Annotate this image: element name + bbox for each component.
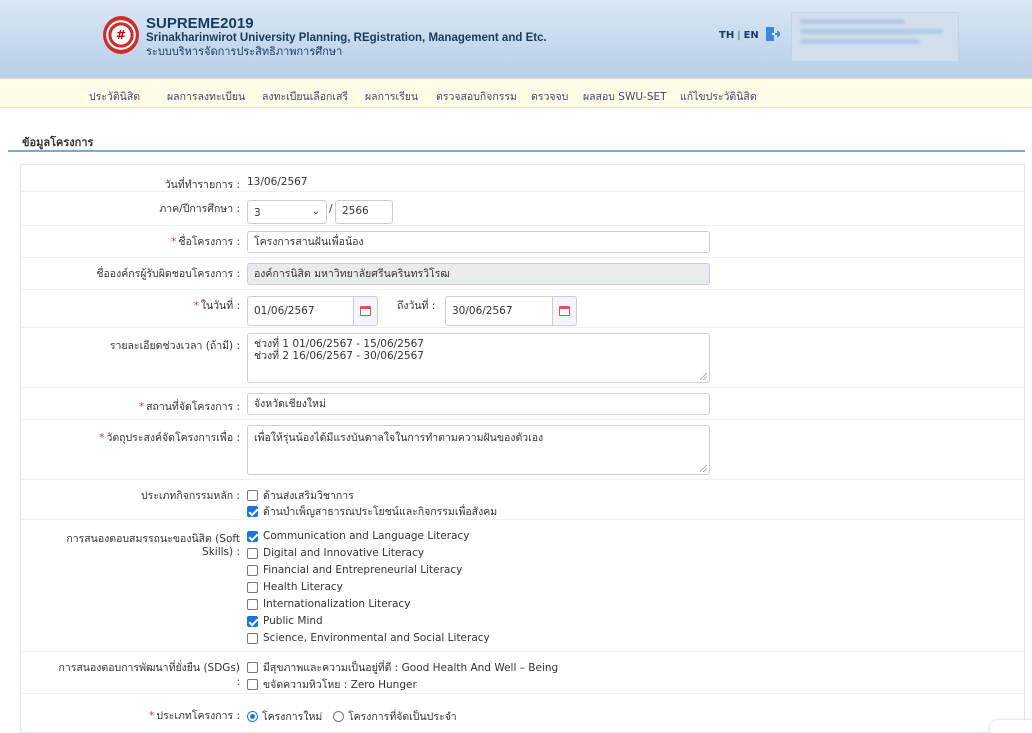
menu-grades[interactable]: ผลการเรียน: [365, 88, 418, 105]
lang-th-link[interactable]: TH: [719, 30, 734, 41]
purpose-label: * วัตถุประสงค์จัดโครงการเพื่อ :: [99, 432, 240, 444]
project-type-label: * ประเภทโครงการ :: [149, 710, 240, 722]
soft-skill-option[interactable]: Science, Environmental and Social Litera…: [247, 632, 490, 644]
calendar-icon: [559, 306, 570, 316]
checkbox[interactable]: [247, 679, 258, 690]
section-divider: [8, 150, 1025, 152]
lang-separator: |: [737, 30, 741, 41]
term-separator: /: [329, 203, 333, 215]
soft-skill-option[interactable]: Financial and Entrepreneurial Literacy: [247, 564, 462, 576]
soft-skills-label-cont: Skills) :: [202, 546, 240, 558]
checkbox[interactable]: [247, 598, 258, 610]
checkbox[interactable]: [247, 615, 258, 627]
checkbox[interactable]: [247, 564, 258, 576]
menu-swu-set[interactable]: ผลสอบ SWU-SET: [583, 88, 667, 105]
university-logo-icon: #: [103, 16, 139, 54]
time-detail-textarea[interactable]: ช่วงที่ 1 01/06/2567 - 15/06/2567 ช่วงที…: [247, 333, 710, 383]
sdgs-label-cont: :: [236, 676, 240, 688]
checkbox[interactable]: [247, 506, 258, 517]
activity-type-option[interactable]: ด้านส่งเสริมวิชาการ: [247, 487, 354, 504]
location-input[interactable]: จังหวัดเชียงใหม่: [247, 393, 710, 415]
project-type-recurring-radio[interactable]: โครงการที่จัดเป็นประจำ: [333, 708, 457, 725]
purpose-textarea[interactable]: เพื่อให้รุ่นน้องได้มีแรงบันดาลใจในการทำต…: [247, 425, 710, 475]
menu-graduation-check[interactable]: ตรวจจบ: [531, 88, 568, 105]
main-menu: ประวัตินิสิต ผลการลงทะเบียน ลงทะเบียนเลื…: [0, 78, 1032, 108]
section-title: ข้อมูลโครงการ: [22, 136, 94, 149]
resize-grip-icon[interactable]: [700, 465, 707, 472]
app-subtitle-th: ระบบบริหารจัดการประสิทธิภาพการศึกษา: [146, 45, 343, 58]
soft-skill-option[interactable]: Health Literacy: [247, 581, 343, 593]
detail-label: รายละเอียดช่วงเวลา (ถ้ามี) :: [109, 340, 240, 352]
place-label: * สถานที่จัดโครงการ :: [138, 401, 240, 413]
from-date-label: * ในวันที่ :: [193, 300, 240, 312]
menu-registration-result[interactable]: ผลการลงทะเบียน: [167, 88, 245, 105]
project-type-new-radio[interactable]: โครงการใหม่: [247, 708, 322, 725]
radio[interactable]: [333, 711, 344, 722]
menu-student-profile[interactable]: ประวัตินิสิต: [89, 88, 140, 105]
soft-skill-option[interactable]: Internationalization Literacy: [247, 598, 410, 610]
app-header: # SUPREME2019 Srinakharinwirot Universit…: [0, 0, 1032, 78]
sdg-option[interactable]: มีสุขภาพและความเป็นอยู่ที่ดี : Good Heal…: [247, 659, 558, 676]
term-label: ภาค/ปีการศึกษา :: [159, 203, 240, 215]
soft-skill-option[interactable]: Digital and Innovative Literacy: [247, 547, 424, 559]
floating-widget[interactable]: [990, 720, 1032, 733]
menu-activity-check[interactable]: ตรวจสอบกิจกรรม: [436, 88, 517, 105]
to-date-label: ถึงวันที่ :: [397, 300, 436, 312]
checkbox[interactable]: [247, 662, 258, 673]
app-subtitle-en: Srinakharinwirot University Planning, RE…: [146, 32, 547, 44]
to-date-input[interactable]: 30/06/2567: [445, 296, 553, 326]
date-value: 13/06/2567: [247, 176, 308, 188]
checkbox[interactable]: [247, 547, 258, 559]
radio[interactable]: [247, 711, 258, 722]
brand-block: SUPREME2019 Srinakharinwirot University …: [146, 15, 547, 59]
org-label: ชื่อองค์กรผู้รับผิดชอบโครงการ :: [96, 268, 240, 280]
sdg-option[interactable]: ขจัดความหิวโหย : Zero Hunger: [247, 676, 417, 693]
checkbox[interactable]: [247, 490, 258, 501]
logout-icon[interactable]: [766, 26, 780, 42]
to-calendar-button[interactable]: [553, 296, 577, 326]
from-date-input[interactable]: 01/06/2567: [247, 296, 354, 326]
project-label: * ชื่อโครงการ :: [171, 236, 240, 248]
app-name: SUPREME2019: [146, 15, 254, 32]
chevron-down-icon: ⌄: [311, 206, 320, 217]
activity-type-label: ประเภทกิจกรรมหลัก :: [140, 490, 240, 502]
activity-type-option[interactable]: ด้านบำเพ็ญสาธารณประโยชน์และกิจกรรมเพื่อส…: [247, 503, 497, 520]
lang-en-link[interactable]: EN: [744, 30, 759, 41]
term-select[interactable]: 3 ⌄: [247, 200, 327, 224]
calendar-icon: [360, 306, 371, 316]
sdgs-label: การสนองตอบการพัฒนาที่ยั่งยืน (SDGs): [58, 662, 241, 674]
soft-skill-option[interactable]: Public Mind: [247, 615, 323, 627]
date-label: วันที่ทำรายการ :: [164, 179, 240, 191]
soft-skills-label: การสนองตอบสมรรถนะของนิสิต (Soft: [66, 533, 240, 545]
from-calendar-button[interactable]: [354, 296, 378, 326]
checkbox[interactable]: [247, 530, 258, 542]
checkbox[interactable]: [247, 581, 258, 593]
resize-grip-icon[interactable]: [700, 373, 707, 380]
organization-input: องค์การนิสิต มหาวิทยาลัยศรีนครินทรวิโรฒ: [247, 263, 710, 285]
language-switch: TH | EN: [719, 30, 759, 41]
menu-free-elective[interactable]: ลงทะเบียนเลือกเสรี: [262, 88, 348, 105]
project-name-input[interactable]: โครงการสานฝันเพื่อน้อง: [247, 231, 710, 253]
soft-skill-option[interactable]: Communication and Language Literacy: [247, 530, 469, 542]
year-input[interactable]: 2566: [335, 200, 393, 224]
menu-edit-profile[interactable]: แก้ไขประวัตินิสิต: [680, 88, 757, 105]
checkbox[interactable]: [247, 632, 258, 644]
user-info-box: [791, 12, 959, 62]
